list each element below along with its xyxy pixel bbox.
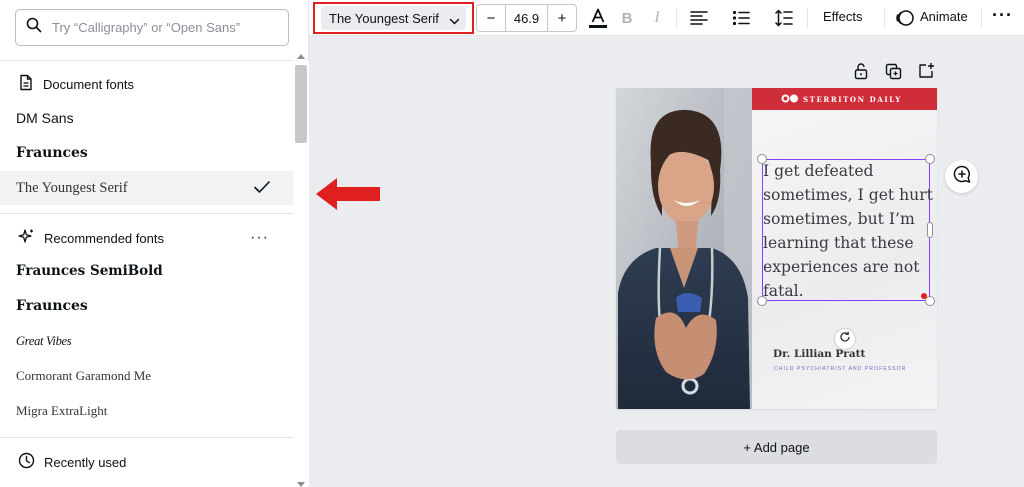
font-item-label: Fraunces [16, 298, 88, 314]
resize-handle-top-right[interactable] [925, 154, 935, 164]
line-spacing-button[interactable] [772, 6, 796, 30]
font-item-label: DM Sans [16, 110, 74, 126]
increase-font-size-button[interactable]: + [548, 5, 576, 31]
text-cursor-marker [921, 293, 927, 299]
divider [884, 8, 885, 28]
more-options-button[interactable]: ··· [992, 5, 1013, 26]
divider [807, 8, 808, 28]
font-item-label: Migra ExtraLight [16, 403, 108, 418]
lock-icon[interactable] [853, 62, 869, 85]
bold-button[interactable]: B [615, 6, 639, 30]
document-fonts-heading: Document fonts [0, 69, 293, 99]
font-item-great-vibes[interactable]: Great Vibes [0, 324, 293, 358]
comment-plus-icon [952, 164, 972, 189]
font-item-fraunces[interactable]: Fraunces [0, 136, 293, 170]
font-list: Document fonts DM Sans Fraunces The Youn… [0, 61, 293, 487]
search-icon [26, 17, 42, 38]
brand-name: STERRITON DAILY [803, 94, 902, 104]
scrollbar-thumb[interactable] [295, 65, 307, 143]
scrollbar[interactable] [293, 54, 309, 487]
recently-used-heading: Recently used [0, 447, 293, 477]
font-item-migra-extralight[interactable]: Migra ExtraLight [0, 394, 293, 428]
divider [0, 213, 293, 214]
resize-handle-top-left[interactable] [757, 154, 767, 164]
font-item-label: Fraunces [16, 145, 88, 161]
text-toolbar: The Youngest Serif − 46.9 + B I Effects … [309, 0, 1024, 36]
font-item-label: Great Vibes [16, 333, 72, 348]
resize-handle-right[interactable] [927, 222, 933, 238]
font-item-fraunces-semibold[interactable]: Fraunces SemiBold [0, 254, 293, 288]
brand-banner: STERRITON DAILY [752, 88, 937, 110]
author-title[interactable]: CHILD PSYCHIATRIST AND PROFESSOR [774, 366, 906, 372]
font-item-label: Cormorant Garamond Me [16, 368, 152, 383]
clock-icon [18, 452, 35, 472]
scroll-up-arrow-icon[interactable] [297, 54, 305, 59]
more-options-button[interactable]: ··· [250, 229, 269, 247]
text-color-button[interactable] [586, 6, 610, 30]
font-search-input[interactable] [52, 20, 272, 35]
font-size-control: − 46.9 + [476, 4, 577, 32]
italic-button[interactable]: I [645, 6, 669, 30]
section-label: Document fonts [43, 76, 135, 92]
section-label: Recently used [44, 454, 127, 470]
doctor-photo[interactable] [616, 88, 752, 409]
font-panel: Document fonts DM Sans Fraunces The Youn… [0, 0, 309, 487]
divider [676, 8, 677, 28]
divider [0, 437, 293, 438]
animate-button[interactable]: Animate [920, 9, 968, 24]
resize-handle-bottom-left[interactable] [757, 296, 767, 306]
rotate-handle[interactable] [835, 329, 855, 349]
sparkle-icon [18, 228, 35, 248]
annotation-arrow-icon [315, 176, 381, 217]
quote-text[interactable]: I get defeated sometimes, I get hurt som… [762, 159, 937, 303]
align-left-button[interactable] [687, 6, 711, 30]
recommended-fonts-heading: Recommended fonts ··· [0, 223, 293, 253]
font-search-box[interactable] [15, 9, 289, 46]
bullet-list-button[interactable] [729, 6, 753, 30]
brand-logo-icon [781, 90, 799, 108]
animate-icon [893, 6, 917, 30]
divider [981, 8, 982, 28]
font-family-dropdown[interactable]: The Youngest Serif [313, 2, 474, 34]
section-label: Recommended fonts [44, 230, 164, 246]
add-page-button[interactable]: + Add page [616, 430, 937, 464]
scroll-down-arrow-icon[interactable] [297, 482, 305, 487]
font-size-value[interactable]: 46.9 [505, 5, 548, 31]
font-item-fraunces[interactable]: Fraunces [0, 289, 293, 323]
font-item-label: Fraunces SemiBold [16, 263, 163, 279]
author-name[interactable]: Dr. Lillian Pratt [773, 348, 865, 360]
effects-button[interactable]: Effects [823, 9, 863, 24]
font-family-value: The Youngest Serif [329, 10, 439, 26]
duplicate-page-icon[interactable] [885, 63, 902, 85]
add-comment-button[interactable] [945, 160, 978, 193]
page-actions [853, 62, 943, 82]
checkmark-icon [253, 179, 271, 200]
design-page[interactable]: STERRITON DAILY I get defeated sometimes… [616, 88, 937, 409]
decrease-font-size-button[interactable]: − [477, 5, 505, 31]
font-item-the-youngest-serif[interactable]: The Youngest Serif [0, 171, 293, 205]
chevron-down-icon [449, 13, 460, 31]
font-item-dm-sans[interactable]: DM Sans [0, 101, 293, 135]
font-item-label: The Youngest Serif [16, 179, 128, 196]
add-page-icon[interactable] [917, 62, 935, 85]
rotate-icon [839, 330, 851, 348]
document-icon [18, 74, 34, 94]
font-item-cormorant-garamond[interactable]: Cormorant Garamond Me [0, 359, 293, 393]
